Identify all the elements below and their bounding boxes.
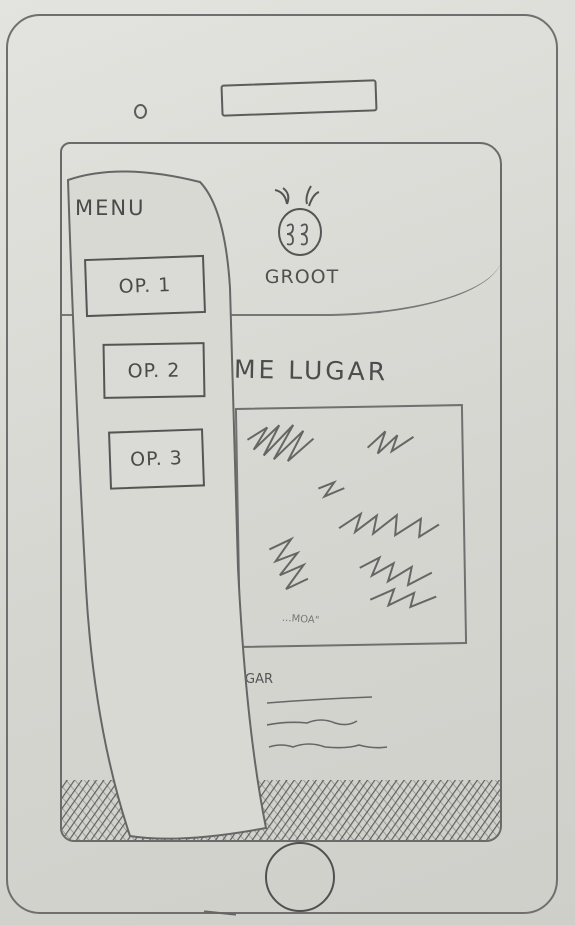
logo-text: GROOT <box>264 266 340 288</box>
groot-head-icon <box>274 185 322 256</box>
speaker-grille <box>220 79 378 117</box>
menu-option-3[interactable]: OP. 3 <box>108 428 205 490</box>
menu-option-1[interactable]: OP. 1 <box>84 254 206 318</box>
text-placeholder-lines <box>267 696 388 749</box>
home-button-icon[interactable] <box>265 842 335 912</box>
app-logo[interactable]: GROOT <box>257 184 347 294</box>
photo-scribble <box>246 424 440 609</box>
menu-title: MENU <box>75 196 146 220</box>
menu-option-2[interactable]: OP. 2 <box>102 342 206 399</box>
front-camera-icon <box>134 104 147 119</box>
